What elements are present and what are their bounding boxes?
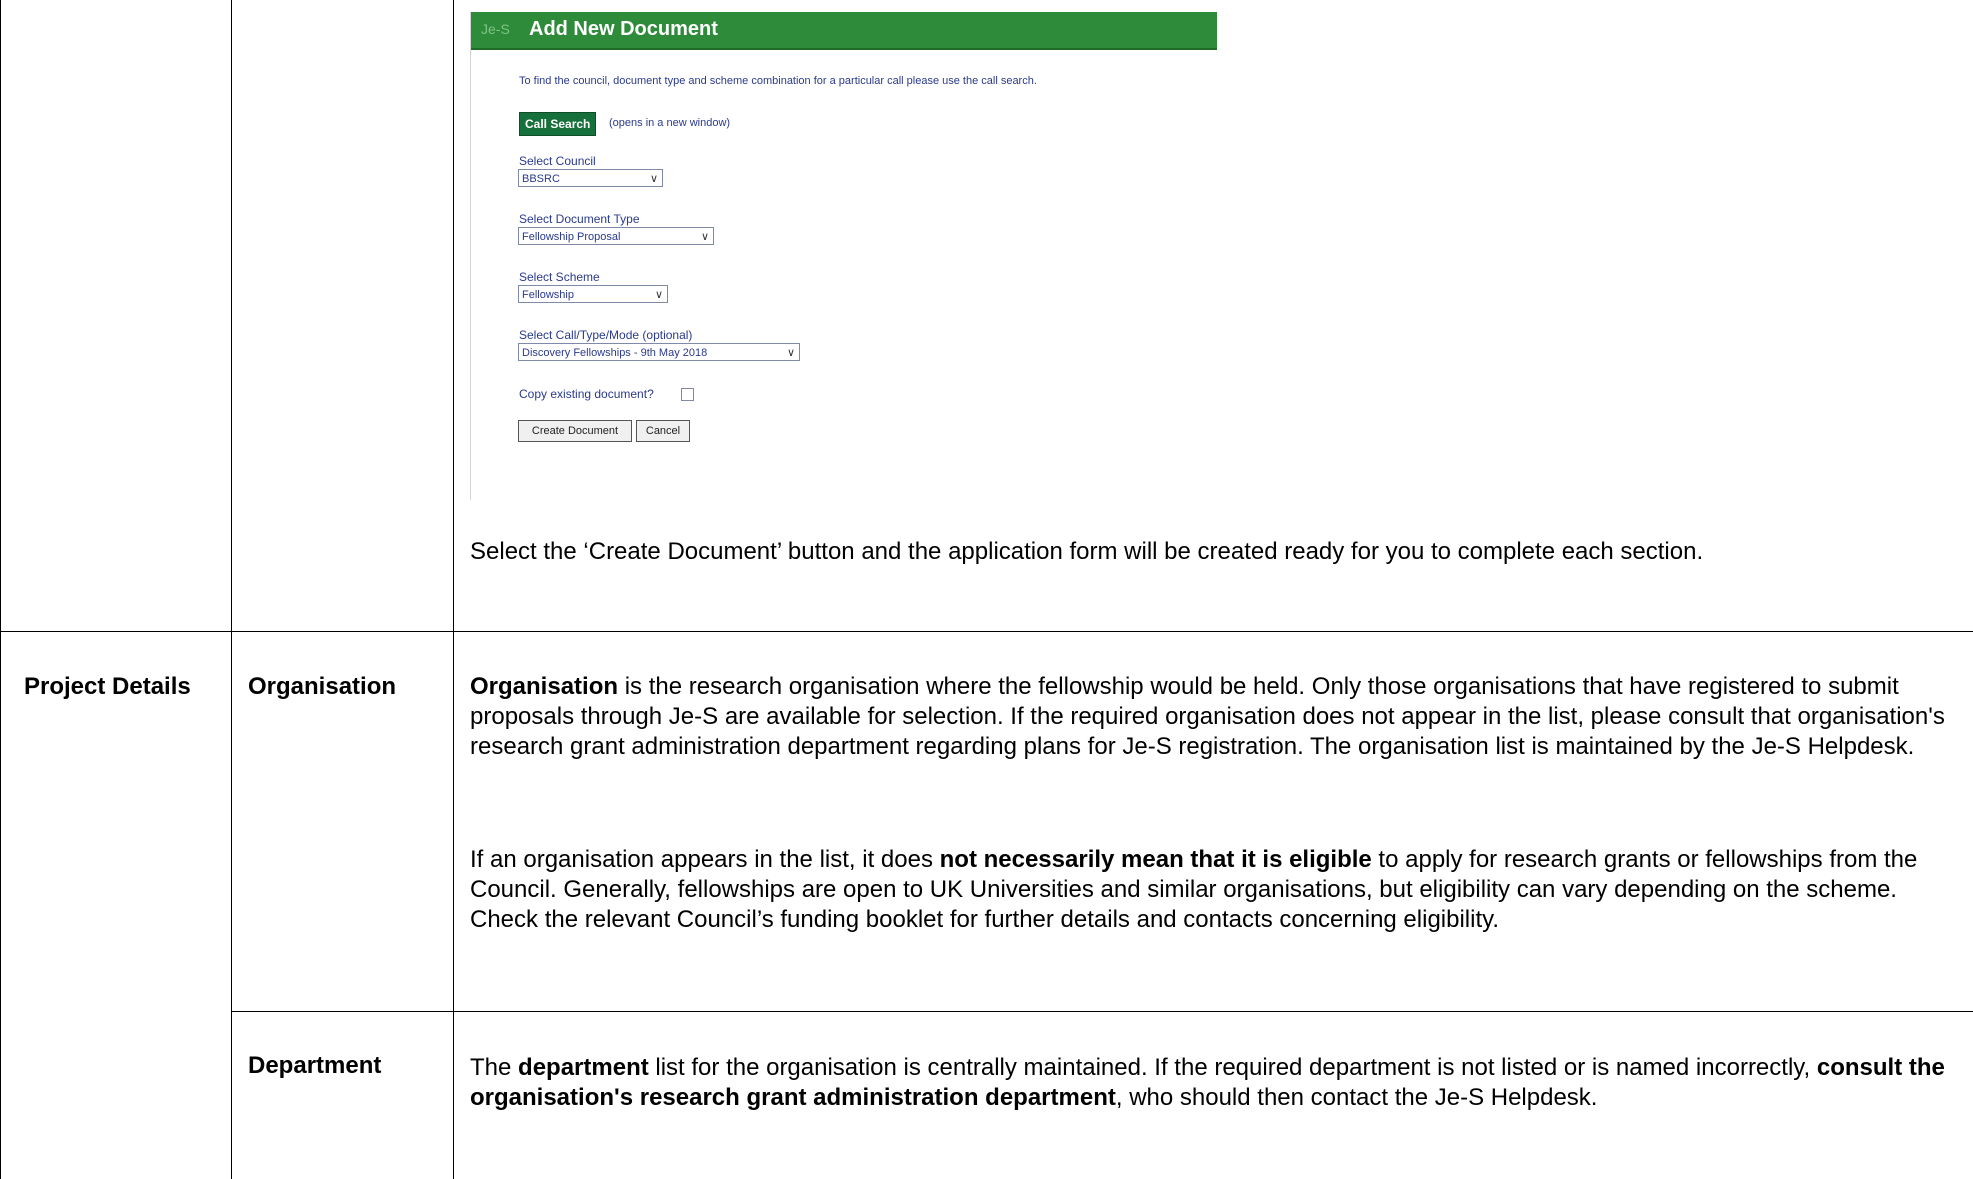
eligibility-emphasis: not necessarily mean that it is eligible bbox=[939, 846, 1372, 873]
screenshot-header: Je-S Add New Document bbox=[471, 12, 1217, 50]
organisation-text-1: is the research organisation where the f… bbox=[470, 673, 1945, 760]
copy-existing-checkbox[interactable] bbox=[681, 388, 694, 401]
scheme-value: Fellowship bbox=[522, 289, 574, 301]
council-select[interactable]: BBSRC ∨ bbox=[518, 169, 663, 187]
chevron-down-icon: ∨ bbox=[700, 231, 709, 243]
screenshot-title: Add New Document bbox=[529, 18, 718, 40]
council-value: BBSRC bbox=[522, 173, 560, 185]
department-term: department bbox=[518, 1054, 649, 1081]
scheme-label: Select Scheme bbox=[519, 270, 600, 284]
section-label-project-details: Project Details bbox=[24, 673, 191, 700]
table-divider-1 bbox=[231, 0, 232, 1179]
department-text-3: , who should then contact the Je-S Helpd… bbox=[1115, 1084, 1598, 1111]
call-value: Discovery Fellowships - 9th May 2018 bbox=[522, 347, 708, 359]
scheme-select[interactable]: Fellowship ∨ bbox=[518, 285, 668, 303]
create-document-button[interactable]: Create Document bbox=[518, 420, 632, 442]
field-label-department: Department bbox=[248, 1052, 382, 1079]
cancel-button[interactable]: Cancel bbox=[636, 420, 690, 442]
doc-type-value: Fellowship Proposal bbox=[522, 231, 621, 243]
table-border-left bbox=[0, 0, 1, 1179]
call-search-note: (opens in a new window) bbox=[609, 117, 731, 129]
eligibility-text-start: If an organisation appears in the list, … bbox=[470, 846, 940, 873]
organisation-term: Organisation bbox=[470, 673, 619, 700]
call-label: Select Call/Type/Mode (optional) bbox=[519, 328, 693, 342]
chevron-down-icon: ∨ bbox=[654, 289, 663, 301]
row-divider-2 bbox=[231, 1011, 1973, 1012]
add-document-screenshot: Je-S Add New Document To find the counci… bbox=[470, 12, 1217, 500]
chevron-down-icon: ∨ bbox=[786, 347, 795, 359]
call-search-button[interactable]: Call Search bbox=[519, 112, 597, 136]
field-label-organisation: Organisation bbox=[248, 673, 397, 700]
council-label: Select Council bbox=[519, 154, 596, 168]
organisation-description: Organisation is the research organisatio… bbox=[470, 672, 1960, 762]
department-description: The department list for the organisation… bbox=[470, 1053, 1960, 1113]
organisation-eligibility: If an organisation appears in the list, … bbox=[470, 845, 1960, 935]
doc-type-select[interactable]: Fellowship Proposal ∨ bbox=[518, 227, 714, 245]
row-divider-1 bbox=[0, 631, 1973, 632]
copy-label: Copy existing document? bbox=[519, 387, 654, 401]
chevron-down-icon: ∨ bbox=[649, 173, 658, 185]
table-divider-2 bbox=[453, 0, 454, 1179]
department-text-2: list for the organisation is centrally m… bbox=[648, 1054, 1817, 1081]
create-document-caption: Select the ‘Create Document’ button and … bbox=[470, 538, 1704, 565]
doc-type-label: Select Document Type bbox=[519, 212, 640, 226]
call-select[interactable]: Discovery Fellowships - 9th May 2018 ∨ bbox=[518, 343, 800, 361]
jes-logo: Je-S bbox=[481, 21, 510, 37]
screenshot-intro: To find the council, document type and s… bbox=[519, 75, 1037, 87]
department-text-1: The bbox=[470, 1054, 519, 1081]
